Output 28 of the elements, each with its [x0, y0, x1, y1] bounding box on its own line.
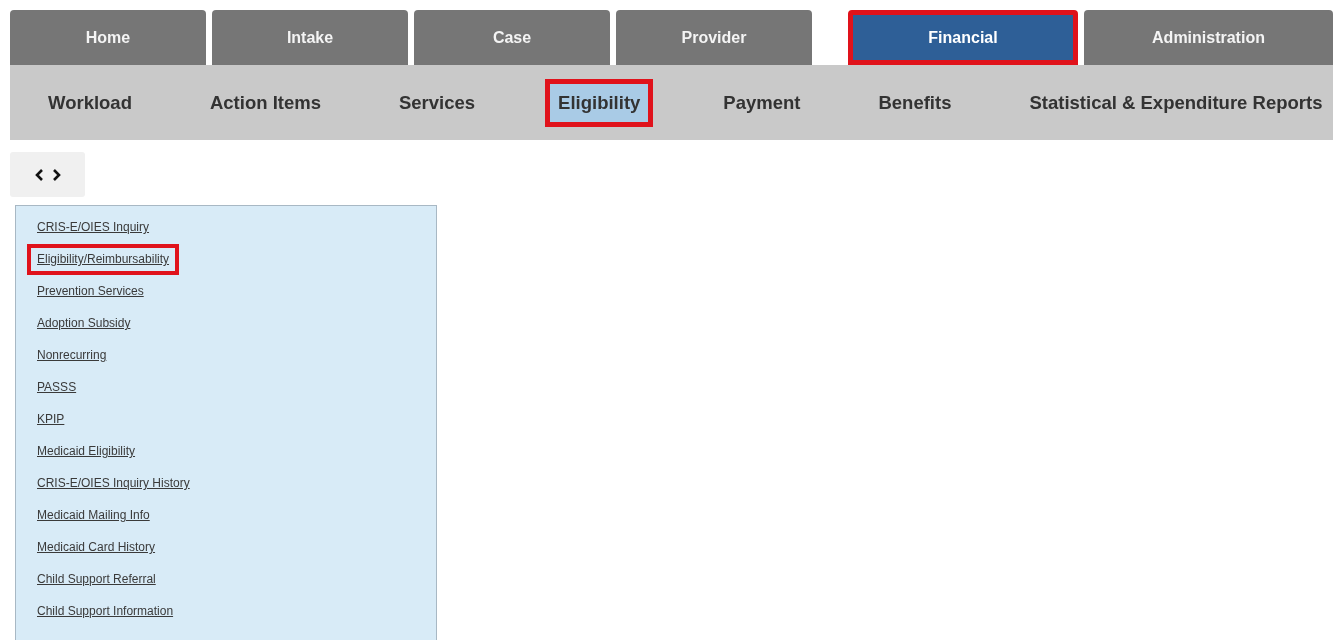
menu-link[interactable]: Adoption Subsidy	[27, 308, 141, 339]
nav-tab[interactable]: Provider	[616, 10, 812, 65]
nav-tab[interactable]: Administration	[1084, 10, 1333, 65]
menu-link[interactable]: Medicaid Eligibility	[27, 436, 146, 467]
nav-tab[interactable]: Home	[10, 10, 206, 65]
subnav-tab[interactable]: Eligibility	[545, 78, 654, 127]
chevrons-icon	[34, 167, 61, 182]
subnav-tab[interactable]: Statistical & Expenditure Reports	[1021, 83, 1331, 122]
menu-link[interactable]: Child Support Information	[27, 596, 184, 627]
subnav-tab[interactable]: Action Items	[201, 83, 329, 122]
menu-link[interactable]: KPIP	[27, 404, 75, 435]
subnav-tab[interactable]: Payment	[715, 83, 809, 122]
nav-tab[interactable]: Financial	[848, 10, 1078, 65]
menu-link[interactable]: CRIS-E/OIES Inquiry	[27, 212, 160, 243]
panel-toggle-button[interactable]	[10, 152, 85, 197]
menu-link[interactable]: Prevention Services	[27, 276, 154, 307]
subnav-tab[interactable]: Benefits	[870, 83, 960, 122]
menu-link[interactable]: Nonrecurring	[27, 340, 117, 371]
menu-link[interactable]: PASSS	[27, 372, 87, 403]
menu-link[interactable]: Medicaid Card History	[27, 532, 166, 563]
menu-link[interactable]: CRIS-E/OIES Inquiry History	[27, 468, 200, 499]
menu-link[interactable]: Eligibility/Reimbursability	[27, 244, 180, 275]
menu-link[interactable]: Child Support Referral	[27, 564, 166, 595]
subnav-tab[interactable]: Workload	[40, 83, 140, 122]
subnav-tab[interactable]: Services	[391, 83, 484, 122]
menu-link[interactable]: Medicaid Mailing Info	[27, 500, 160, 531]
nav-tab[interactable]: Intake	[212, 10, 408, 65]
nav-tab[interactable]: Case	[414, 10, 610, 65]
